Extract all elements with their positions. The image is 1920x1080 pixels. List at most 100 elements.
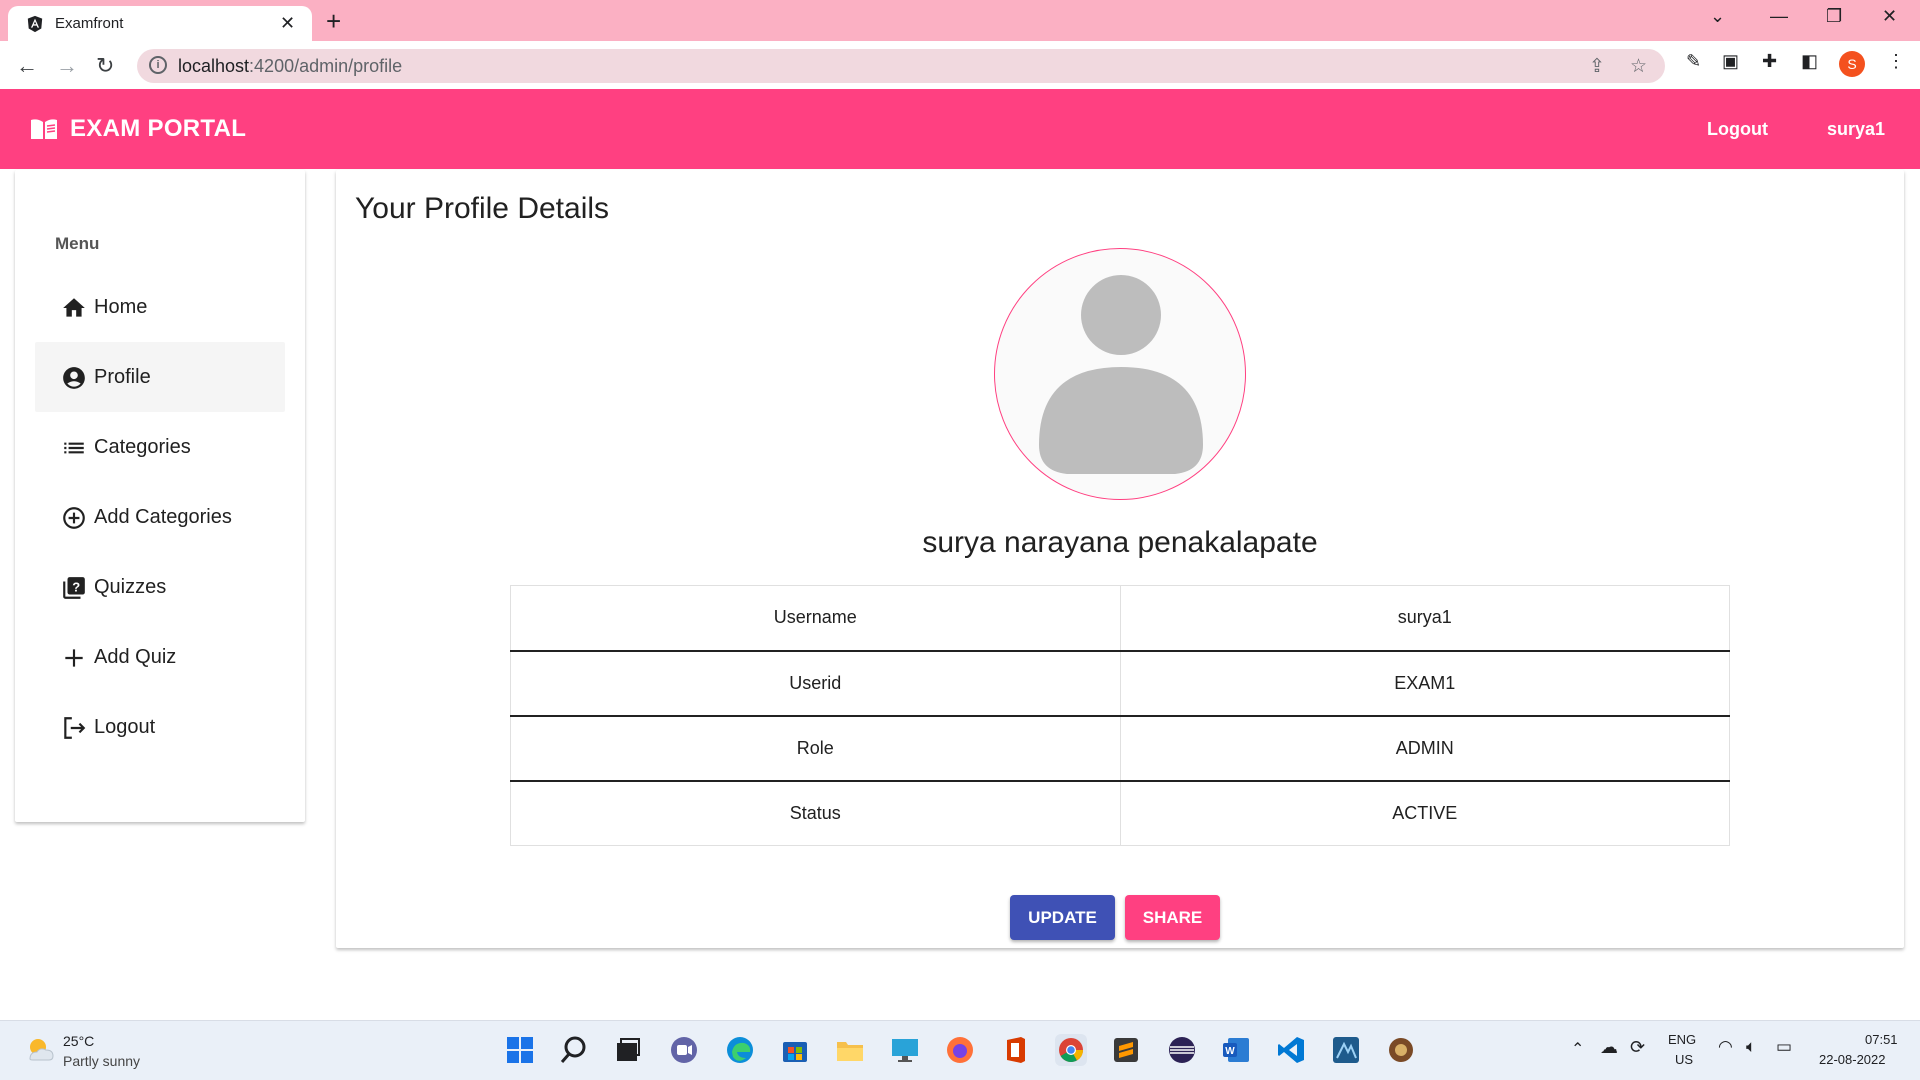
profile-details-table: Username surya1 Userid EXAM1 Role ADMIN … xyxy=(510,585,1730,846)
sidebar-item-label: Add Categories xyxy=(94,506,232,528)
clock-date[interactable]: 22-08-2022 xyxy=(1819,1052,1886,1067)
region-indicator[interactable]: US xyxy=(1675,1052,1693,1067)
sidebar-item-quizzes[interactable]: ? Quizzes xyxy=(35,552,285,622)
extensions-puzzle-icon[interactable]: ✚ xyxy=(1762,51,1777,72)
browser-menu-icon[interactable]: ⋮ xyxy=(1887,51,1905,72)
forward-icon[interactable]: → xyxy=(56,53,78,79)
detail-label: Userid xyxy=(510,650,1121,716)
volume-icon[interactable]: 🔈︎ xyxy=(1746,1037,1756,1057)
file-explorer-icon[interactable] xyxy=(834,1034,866,1066)
table-row: Status ACTIVE xyxy=(510,780,1730,846)
navbar-username-link[interactable]: surya1 xyxy=(1827,119,1885,140)
detail-label: Role xyxy=(510,715,1121,781)
detail-value: ACTIVE xyxy=(1120,780,1730,846)
svg-text:W: W xyxy=(1225,1046,1235,1057)
svg-text:?: ? xyxy=(72,579,80,594)
app-navbar: EXAM PORTAL Logout surya1 xyxy=(0,89,1920,169)
home-icon xyxy=(63,298,85,317)
update-button[interactable]: UPDATE xyxy=(1010,895,1115,940)
address-bar[interactable]: i localhost:4200/admin/profile ⇪ ☆ xyxy=(137,49,1665,83)
game-app-icon[interactable] xyxy=(1385,1034,1417,1066)
word-icon[interactable]: W xyxy=(1220,1034,1252,1066)
add-circle-icon xyxy=(63,507,85,529)
battery-icon[interactable]: ▭ xyxy=(1776,1037,1792,1057)
detail-label: Username xyxy=(510,585,1121,651)
quiz-icon: ? xyxy=(63,577,85,599)
back-icon[interactable]: ← xyxy=(16,53,38,79)
side-panel-icon[interactable]: ◧ xyxy=(1801,51,1818,72)
sidebar-item-add-categories[interactable]: Add Categories xyxy=(35,482,285,552)
extension-tab-icon[interactable]: ▣ xyxy=(1722,51,1739,72)
task-view-icon[interactable] xyxy=(612,1034,644,1066)
share-button[interactable]: SHARE xyxy=(1125,895,1220,940)
browser-profile-avatar[interactable]: S xyxy=(1839,51,1865,77)
sidebar-item-add-quiz[interactable]: Add Quiz xyxy=(35,622,285,692)
tab-close-icon[interactable]: ✕ xyxy=(280,13,295,34)
windows-start-icon[interactable] xyxy=(504,1034,536,1066)
eclipse-icon[interactable] xyxy=(1166,1034,1198,1066)
onedrive-icon[interactable]: ☁ xyxy=(1600,1037,1618,1058)
sync-icon[interactable]: ⟳ xyxy=(1630,1037,1645,1058)
sidebar-item-label: Quizzes xyxy=(94,576,167,598)
sidebar-item-categories[interactable]: Categories xyxy=(35,412,285,482)
firefox-icon[interactable] xyxy=(944,1034,976,1066)
sidebar-item-label: Categories xyxy=(94,436,191,458)
browser-tabstrip: Examfront ✕ + ⌄ — ❐ ✕ xyxy=(0,0,1920,41)
table-row: Username surya1 xyxy=(510,585,1730,651)
weather-temperature: 25°C xyxy=(63,1033,95,1049)
new-tab-button[interactable]: + xyxy=(326,6,341,37)
url-text: localhost:4200/admin/profile xyxy=(178,56,403,76)
reload-icon[interactable]: ↻ xyxy=(96,53,114,79)
navbar-logout-link[interactable]: Logout xyxy=(1707,119,1768,140)
clock-time[interactable]: 07:51 xyxy=(1865,1032,1898,1047)
sidebar-item-label: Home xyxy=(94,296,148,318)
sidebar-item-label: Profile xyxy=(94,366,151,388)
profile-full-name: surya narayana penakalapate xyxy=(922,526,1318,559)
tab-search-icon[interactable]: ⌄ xyxy=(1710,6,1725,27)
teams-chat-icon[interactable] xyxy=(668,1034,700,1066)
sidebar: Menu Home Profile Categories Add Categor… xyxy=(15,170,305,822)
book-icon xyxy=(31,119,57,139)
sidebar-item-label: Logout xyxy=(94,716,156,738)
minimize-icon[interactable]: — xyxy=(1770,6,1788,27)
site-info-icon[interactable]: i xyxy=(149,56,167,74)
detail-label: Status xyxy=(510,780,1121,846)
plus-icon xyxy=(65,649,83,667)
account-circle-icon xyxy=(63,367,85,389)
avatar xyxy=(994,248,1246,500)
wifi-icon[interactable]: ◠ xyxy=(1718,1037,1733,1057)
table-row: Userid EXAM1 xyxy=(510,650,1730,716)
microsoft-store-icon[interactable] xyxy=(779,1034,811,1066)
share-page-icon[interactable]: ⇪ xyxy=(1589,55,1605,78)
detail-value: ADMIN xyxy=(1120,715,1730,781)
list-icon xyxy=(64,442,84,454)
edge-browser-icon[interactable] xyxy=(724,1034,756,1066)
search-icon[interactable] xyxy=(558,1034,590,1066)
detail-value: surya1 xyxy=(1120,585,1730,651)
sidebar-item-home[interactable]: Home xyxy=(35,272,285,342)
browser-tab[interactable]: Examfront ✕ xyxy=(8,6,312,41)
sidebar-menu-title: Menu xyxy=(55,234,100,253)
remote-desktop-icon[interactable] xyxy=(889,1034,921,1066)
brand-title[interactable]: EXAM PORTAL xyxy=(70,115,246,143)
extension-pen-icon[interactable]: ✎ xyxy=(1686,51,1701,72)
taskbar: 25°C Partly sunny W ⌃ ☁ ⟳ ENG US ◠ 🔈︎ ▭ … xyxy=(0,1020,1920,1080)
office-icon[interactable] xyxy=(999,1034,1031,1066)
sublime-text-icon[interactable] xyxy=(1110,1034,1142,1066)
profile-card: Your Profile Details surya narayana pena… xyxy=(336,170,1904,948)
partly-sunny-icon[interactable] xyxy=(24,1035,56,1063)
detail-value: EXAM1 xyxy=(1120,650,1730,716)
mysql-workbench-icon[interactable] xyxy=(1330,1034,1362,1066)
vscode-icon[interactable] xyxy=(1275,1034,1307,1066)
user-placeholder-icon xyxy=(1039,275,1203,474)
sidebar-item-logout[interactable]: Logout xyxy=(35,692,285,762)
angular-icon xyxy=(27,15,43,33)
show-hidden-icons-icon[interactable]: ⌃ xyxy=(1571,1039,1584,1059)
chrome-icon[interactable] xyxy=(1055,1034,1087,1066)
restore-icon[interactable]: ❐ xyxy=(1826,6,1842,27)
bookmark-star-icon[interactable]: ☆ xyxy=(1630,55,1647,78)
logout-icon xyxy=(64,717,86,739)
sidebar-item-profile[interactable]: Profile xyxy=(35,342,285,412)
language-indicator[interactable]: ENG xyxy=(1668,1032,1696,1047)
close-window-icon[interactable]: ✕ xyxy=(1882,6,1897,27)
